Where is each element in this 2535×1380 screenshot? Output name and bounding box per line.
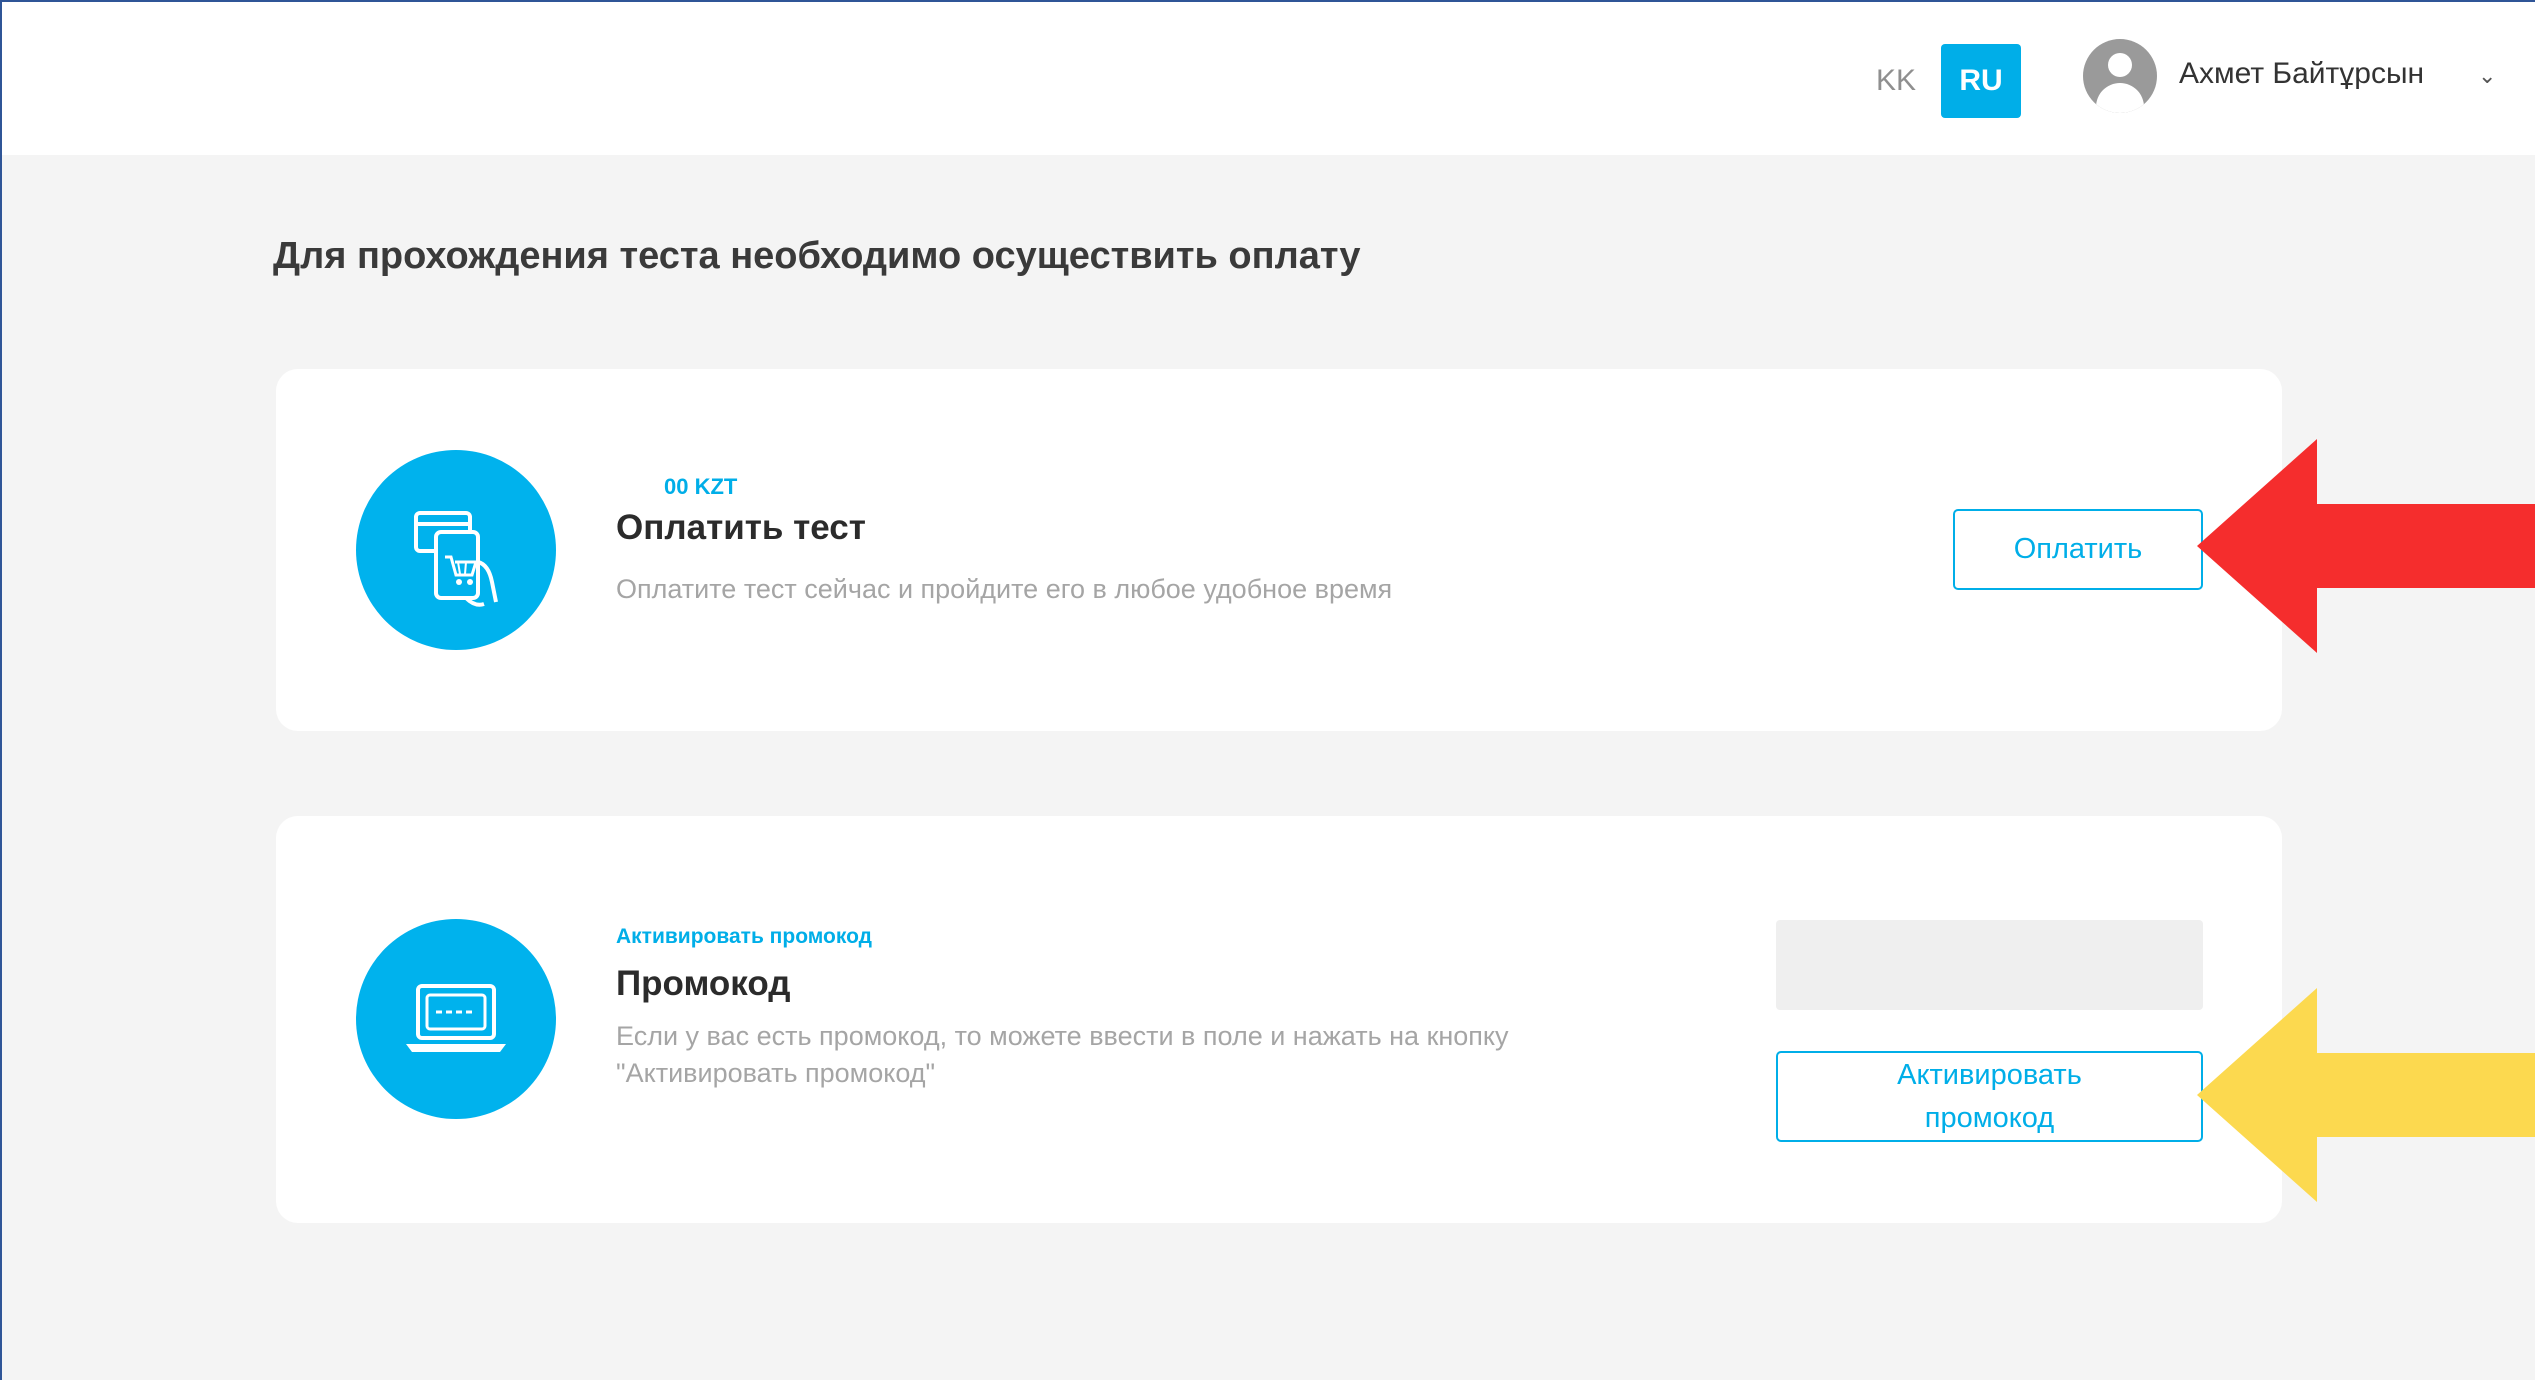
red-arrow-annotation (2197, 439, 2535, 653)
top-header: KK RU Ахмет Байтұрсын ⌄ (2, 2, 2535, 155)
user-name[interactable]: Ахмет Байтұрсын (2179, 57, 2424, 91)
promo-code-input[interactable] (1776, 920, 2203, 1010)
avatar-body-shape (2096, 83, 2144, 113)
chevron-down-icon[interactable]: ⌄ (2478, 63, 2496, 89)
payment-card: 00 KZT Оплатить тест Оплатите тест сейча… (276, 369, 2282, 731)
laptop-icon (356, 919, 556, 1119)
user-avatar-icon[interactable] (2083, 39, 2157, 113)
promo-card: Активировать промокод Промокод Если у ва… (276, 816, 2282, 1223)
activate-promo-button[interactable]: Активировать промокод (1776, 1051, 2203, 1142)
language-kk-button[interactable]: KK (1870, 44, 1922, 118)
payment-card-description: Оплатите тест сейчас и пройдите его в лю… (616, 574, 1393, 604)
language-ru-button[interactable]: RU (1941, 44, 2021, 118)
yellow-arrow-annotation (2197, 988, 2535, 1202)
avatar-head-shape (2108, 53, 2132, 77)
promo-card-title: Промокод (616, 964, 791, 1003)
page-title: Для прохождения теста необходимо осущест… (273, 235, 1361, 277)
app-window: KK RU Ахмет Байтұрсын ⌄ Для прохождения … (0, 0, 2535, 1380)
promo-card-description: Если у вас есть промокод, то можете ввес… (616, 1021, 1509, 1088)
card-shopping-icon (356, 450, 556, 650)
main-content: Для прохождения теста необходимо осущест… (2, 155, 2535, 1380)
pay-button[interactable]: Оплатить (1953, 509, 2203, 590)
payment-card-title: Оплатить тест (616, 508, 866, 547)
price-label: 00 KZT (664, 474, 738, 499)
promo-tag-label: Активировать промокод (616, 925, 872, 948)
